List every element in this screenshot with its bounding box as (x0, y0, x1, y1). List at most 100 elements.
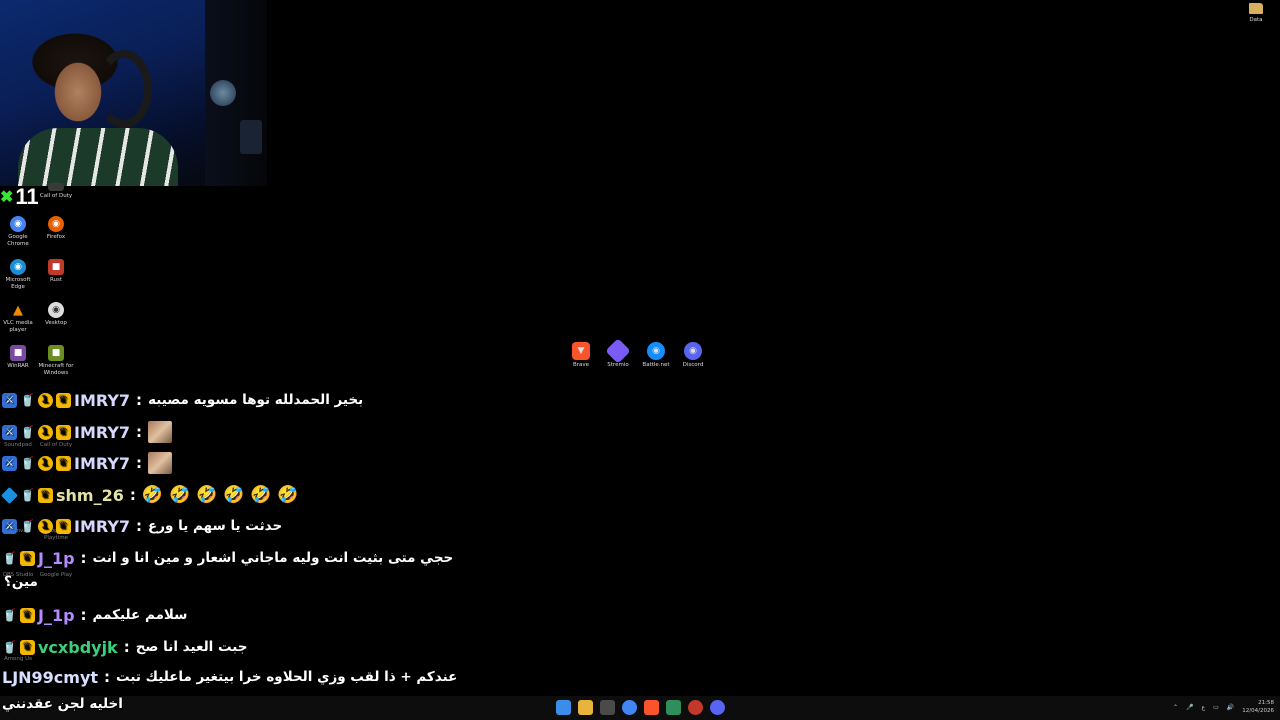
desktop-icon-edge[interactable]: ◉ Microsoft Edge (0, 259, 38, 291)
chat-message: 🥤 ♛ vcxbdyjk : جبت العيد انا صح (2, 634, 247, 660)
chat-separator: : (123, 638, 130, 656)
tray-volume-icon[interactable]: 🔊 (1227, 704, 1234, 711)
chat-message: 🥤 ♛ shm_26 : 🤣 🤣 🤣 🤣 🤣 🤣 (1, 482, 300, 508)
desktop-icon-label: VLC media player (3, 320, 33, 333)
moderator-badge-icon: ⚔ (2, 455, 17, 471)
desktop-icon-label: Brave (572, 362, 590, 368)
tray-network-icon[interactable]: ▭ (1213, 704, 1219, 711)
webcam-cup (240, 120, 262, 154)
chat-text: عندكم + ذا لقب وزي الحلاوه خرا بيتغير ما… (116, 669, 458, 685)
calendar-icon[interactable] (600, 700, 615, 715)
chat-username: IMRY7 (74, 516, 131, 536)
webcam-person-shirt (18, 128, 178, 186)
desktop-icon-label: Minecraft for Windows (38, 363, 74, 376)
webcam-lamp (210, 80, 236, 106)
desktop-icon-call-of-duty[interactable]: Call of Duty (36, 183, 76, 200)
cup-badge-icon: 🥤 (20, 393, 35, 407)
chat-username: IMRY7 (74, 422, 131, 442)
edge-icon: ◉ (10, 259, 26, 275)
chat-text: حدثت يا سهم يا ورع (148, 518, 283, 534)
cup-badge-icon: 🥤 (20, 519, 35, 533)
desktop-icon-winrar[interactable]: ■ WinRAR (0, 345, 38, 370)
crown-badge-icon: ♛ (20, 639, 35, 655)
chat-text: حجي متى بثيت انت وليه ماجاني اشعار و مين… (92, 550, 454, 566)
crown-badge-icon: ♛ (20, 550, 35, 566)
desktop-icon-chrome[interactable]: ◉ Google Chrome (0, 216, 38, 248)
chat-separator: : (129, 486, 136, 504)
chat-separator: : (136, 517, 143, 535)
chat-emote (148, 452, 173, 474)
crown-badge-icon: ♛ (56, 518, 71, 534)
tray-mic-icon[interactable]: 🎤 (1186, 704, 1193, 711)
webcam-overlay (0, 0, 267, 186)
chat-text: سلامم عليكمم (92, 607, 188, 623)
chat-username: J_1p (38, 605, 75, 625)
system-tray: ⌃ 🎤 ع ▭ 🔊 21:58 12/04/2026 (1173, 699, 1274, 715)
desktop-icon-vlc[interactable]: ▲ VLC media player (0, 302, 38, 334)
chat-text-continuation: مين؟ (4, 574, 38, 590)
moderator-badge-icon: ⚔ (2, 392, 17, 408)
chat-text: اخليه لجن عقدنني (2, 696, 123, 712)
desktop-icon-label: Discord (682, 362, 704, 368)
webcam-headset (96, 50, 152, 128)
call-of-duty-icon (48, 183, 64, 191)
vlc-icon: ▲ (13, 302, 23, 318)
folder-label: Data (1249, 17, 1263, 23)
cup-badge-icon: 🥤 (20, 456, 35, 470)
desktop-icon-label: Stremio (607, 362, 629, 368)
spotify-taskbar-icon[interactable] (666, 700, 681, 715)
chat-username: IMRY7 (74, 453, 131, 473)
desktop-icon-google-play[interactable]: Google Play (36, 572, 76, 579)
discord-taskbar-icon[interactable] (710, 700, 725, 715)
chat-separator: : (136, 391, 143, 409)
desktop-icon-vesktop[interactable]: ◉ Vesktop (36, 302, 76, 327)
chat-message: اخليه لجن عقدنني (2, 691, 123, 717)
desktop-icon-label: Google Play (39, 572, 73, 578)
desktop-icon-brave[interactable]: ▼ Brave (564, 342, 598, 368)
desktop-icon-label: Rust (49, 277, 63, 283)
brave-taskbar-icon[interactable] (644, 700, 659, 715)
chat-separator: : (136, 454, 143, 472)
desktop-icon-label: Firefox (46, 234, 66, 240)
moderator-badge-icon: ⚔ (2, 424, 17, 440)
clock-date: 12/04/2026 (1242, 708, 1274, 714)
chat-username: J_1p (38, 548, 75, 568)
crown-badge-icon: ♛ (56, 455, 71, 471)
chat-username: IMRY7 (74, 390, 131, 410)
cup-badge-icon: 🥤 (2, 551, 17, 565)
crown-badge-icon: ♛ (38, 487, 53, 503)
desktop-icon-discord[interactable]: ◉ Discord (676, 342, 710, 368)
first-badge-icon: 1 (38, 424, 53, 440)
tray-chevron-icon[interactable]: ⌃ (1173, 704, 1178, 711)
file-explorer-icon[interactable] (578, 700, 593, 715)
gem-badge-icon (1, 486, 18, 504)
tray-language[interactable]: ع (1202, 704, 1206, 711)
start-icon[interactable] (556, 700, 571, 715)
vesktop-icon: ◉ (48, 302, 64, 318)
desktop-icon-battlenet[interactable]: ◉ Battle.net (639, 342, 673, 368)
chat-separator: : (80, 549, 87, 567)
chat-message: 🥤 ♛ J_1p : حجي متى بثيت انت وليه ماجاني … (2, 545, 453, 571)
desktop-icon-label: Battle.net (642, 362, 670, 368)
tray-clock[interactable]: 21:58 12/04/2026 (1242, 699, 1274, 715)
brave-icon: ▼ (572, 342, 590, 360)
chat-message: ⚔ 🥤 1 ♛ IMRY7 : حدثت يا سهم يا ورع (2, 513, 282, 539)
desktop-icon-minecraft[interactable]: ■ Minecraft for Windows (36, 345, 76, 377)
chat-separator: : (80, 606, 87, 624)
desktop-icon-label: WinRAR (7, 363, 29, 369)
viewer-count-badge: ✖ 11 (0, 184, 39, 209)
minecraft-icon: ■ (48, 345, 64, 361)
desktop-folder-data[interactable]: Data (1244, 3, 1268, 23)
cup-badge-icon: 🥤 (2, 640, 17, 654)
desktop-icon-label: Google Chrome (7, 234, 29, 247)
stremio-icon (605, 338, 631, 364)
chat-username: LJN99cmyt (2, 667, 99, 687)
desktop-icon-firefox[interactable]: ◉ Firefox (36, 216, 76, 241)
desktop-icon-stremio[interactable]: Stremio (601, 338, 635, 368)
obs-taskbar-icon[interactable] (688, 700, 703, 715)
desktop-icon-label: Vesktop (45, 320, 67, 326)
desktop-icon-rust[interactable]: ■ Rust (36, 259, 76, 284)
chrome-taskbar-icon[interactable] (622, 700, 637, 715)
cup-badge-icon: 🥤 (20, 425, 35, 439)
chat-separator: : (104, 668, 111, 686)
